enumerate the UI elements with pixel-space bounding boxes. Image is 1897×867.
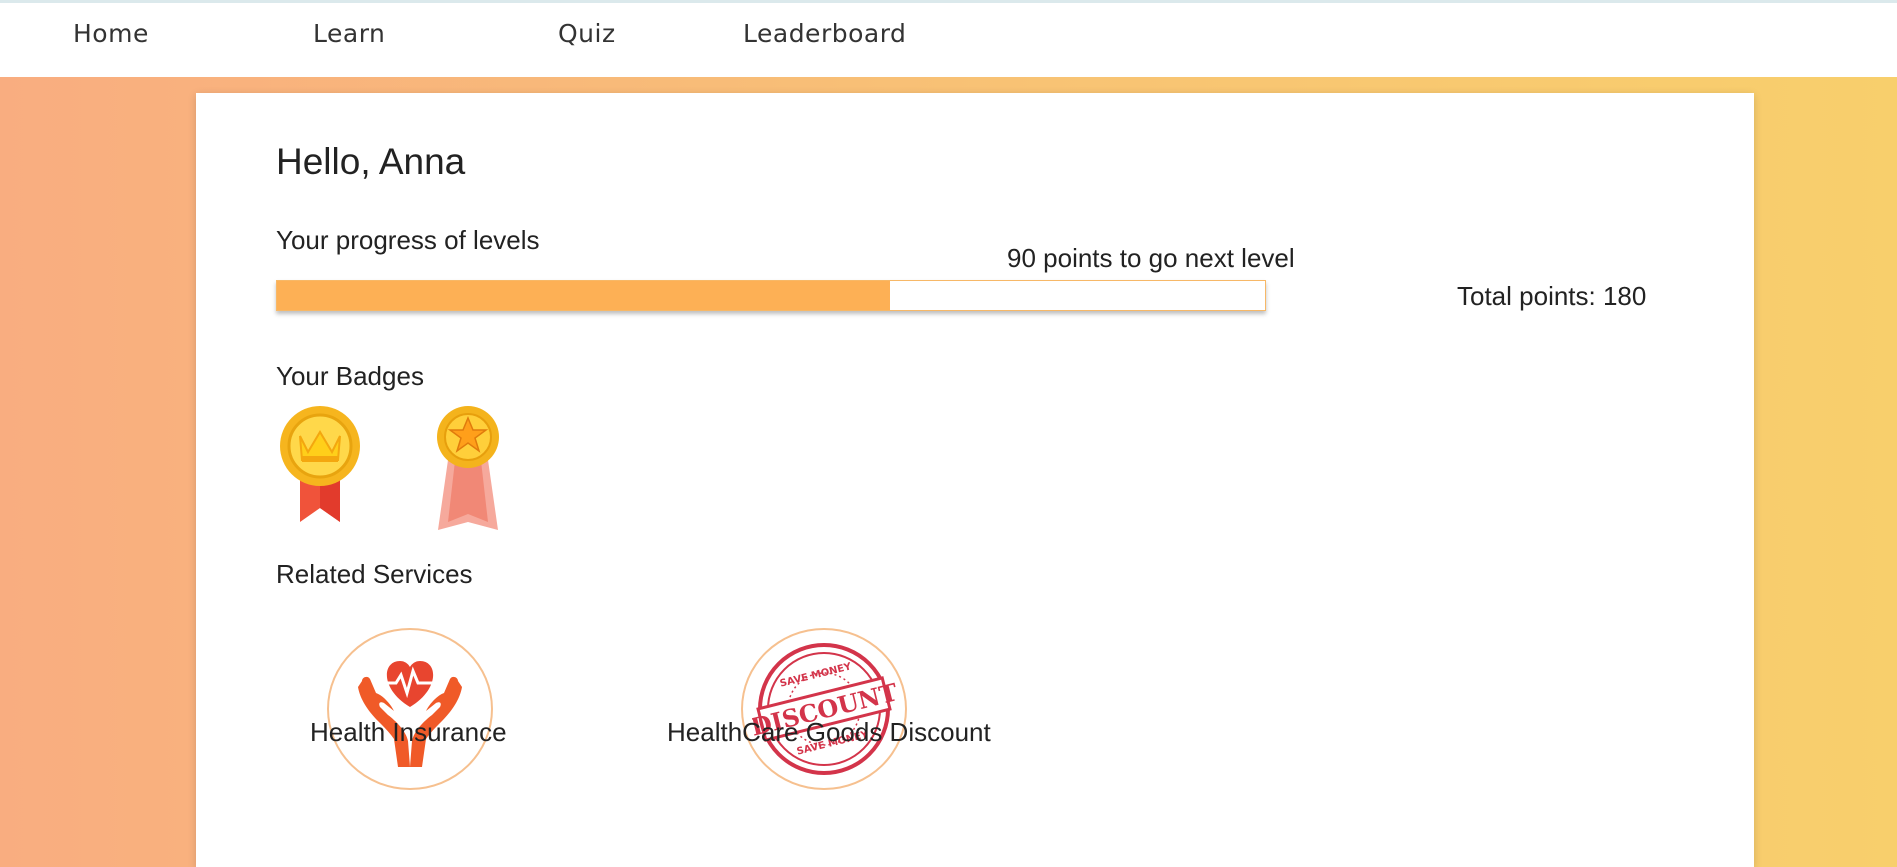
service-label-healthcare-discount: HealthCare Goods Discount xyxy=(667,717,991,747)
level-progress-bar xyxy=(276,280,1266,311)
progress-fill xyxy=(277,281,890,310)
top-nav: Home Learn Quiz Leaderboard xyxy=(0,0,1897,77)
heart-hands-icon xyxy=(327,628,493,790)
greeting-title: Hello, Anna xyxy=(276,141,466,182)
progress-label: Your progress of levels xyxy=(276,225,540,255)
service-health-insurance[interactable] xyxy=(327,628,493,790)
service-healthcare-discount[interactable]: DISCOUNT SAVE MONEY SAVE MONEY xyxy=(741,628,907,790)
discount-stamp-icon: DISCOUNT SAVE MONEY SAVE MONEY xyxy=(741,628,907,790)
nav-leaderboard[interactable]: Leaderboard xyxy=(743,19,906,48)
services-label: Related Services xyxy=(276,559,473,589)
total-points: Total points: 180 xyxy=(1457,281,1647,311)
star-medal-icon xyxy=(436,406,502,537)
nav-home[interactable]: Home xyxy=(73,19,149,48)
nav-quiz[interactable]: Quiz xyxy=(558,19,616,48)
badges-label: Your Badges xyxy=(276,361,424,391)
dashboard-card: Hello, Anna Your progress of levels 90 p… xyxy=(196,93,1754,867)
service-label-health-insurance: Health Insurance xyxy=(310,717,507,747)
next-level-text: 90 points to go next level xyxy=(1007,243,1295,273)
nav-learn[interactable]: Learn xyxy=(313,19,385,48)
crown-medal-icon xyxy=(278,406,364,529)
